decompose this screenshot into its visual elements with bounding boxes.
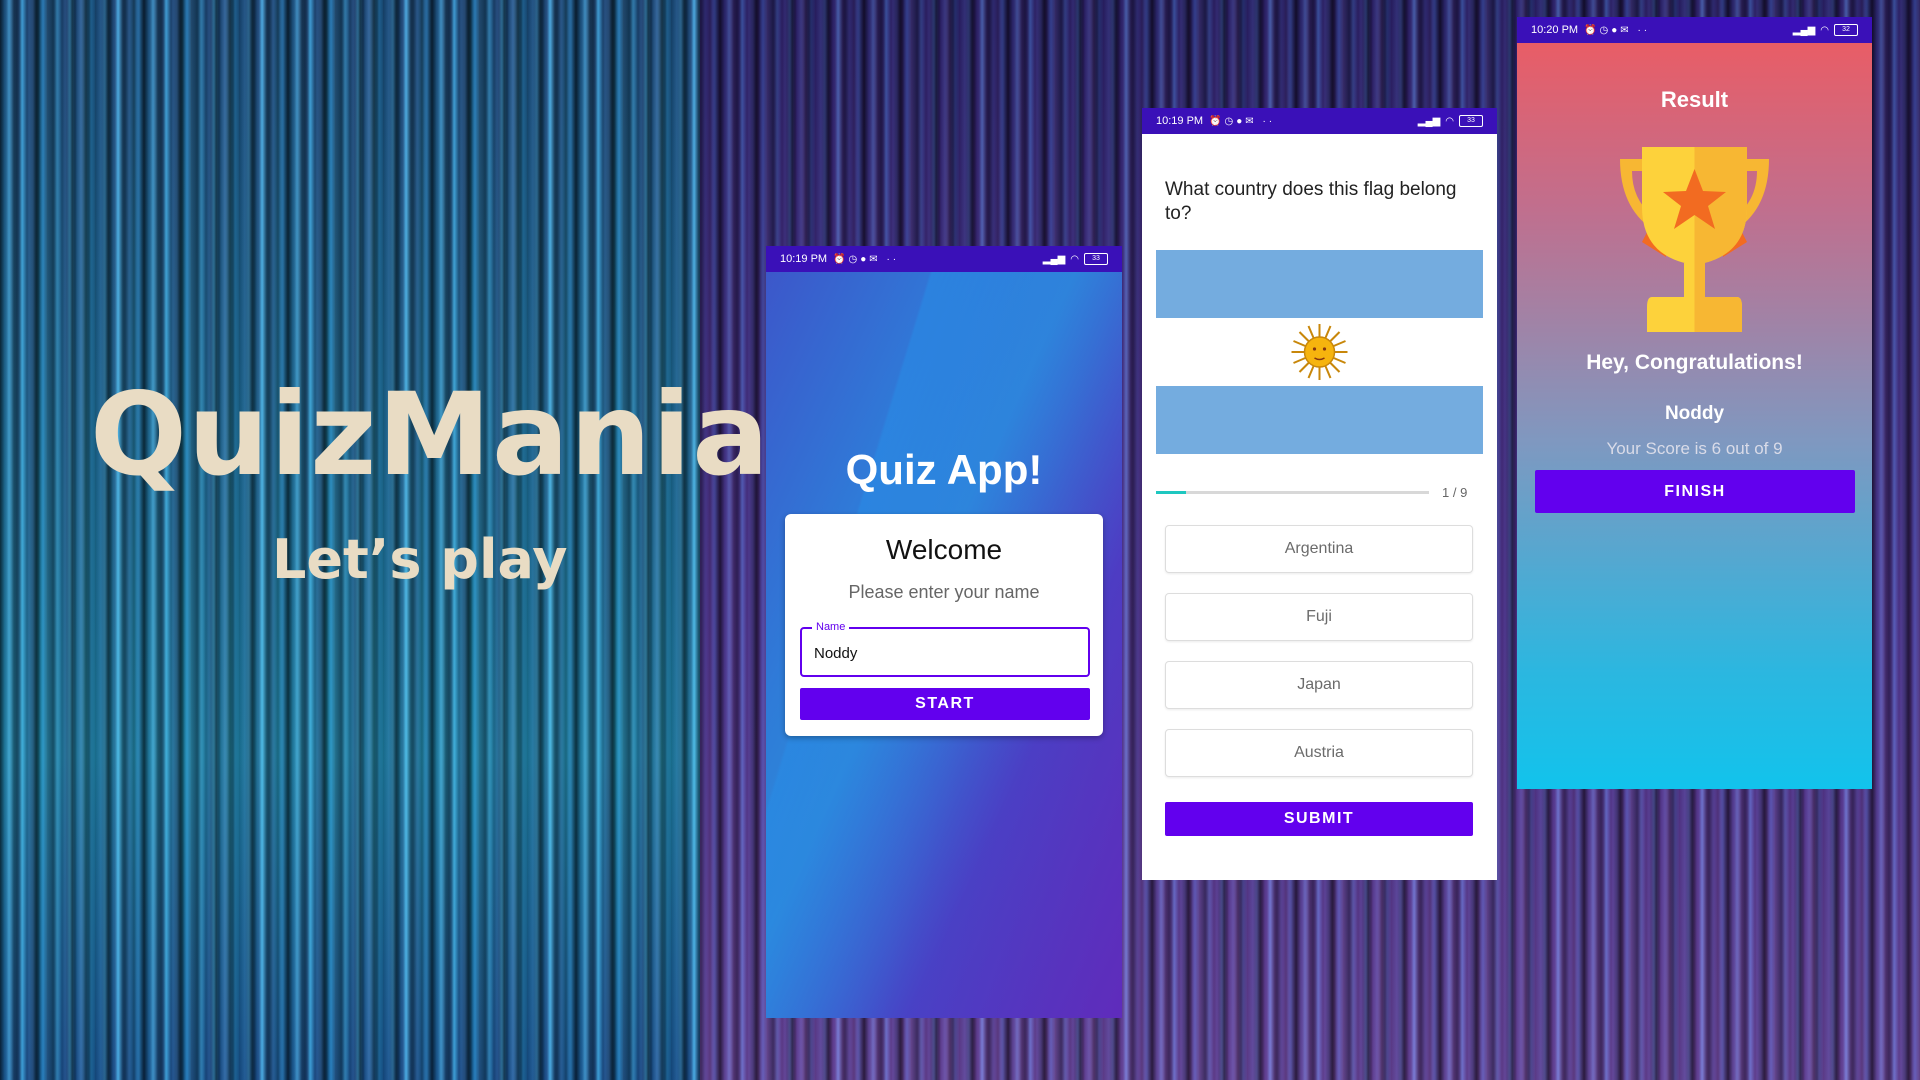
notification-icons: ⏰◷●✉ ·· bbox=[833, 253, 900, 265]
wifi-icon: ◠ bbox=[1820, 24, 1829, 36]
player-name: Noddy bbox=[1664, 403, 1725, 424]
welcome-heading: Welcome bbox=[885, 534, 1003, 565]
option-argentina[interactable]: Argentina bbox=[1165, 525, 1473, 573]
status-time: 10:19 PM bbox=[780, 253, 828, 265]
score-text: Your Score is 6 out of 9 bbox=[1606, 439, 1783, 458]
option-austria[interactable]: Austria bbox=[1165, 729, 1473, 777]
progress-text: 1 / 9 bbox=[1442, 485, 1468, 500]
signal-icon: ▂▄▆ bbox=[1042, 253, 1066, 265]
welcome-card: Welcome Please enter your name Name Nodd… bbox=[785, 514, 1103, 736]
notification-icons: ⏰◷●✉ ·· bbox=[1209, 115, 1276, 127]
submit-button[interactable]: SUBMIT bbox=[1165, 802, 1473, 836]
phone-result-screen: 10:20 PM ⏰◷●✉ ·· ▂▄▆ ◠ 32 Result Hey, Co… bbox=[1517, 17, 1872, 789]
brand-subtitle: Let’s play bbox=[272, 528, 568, 591]
notification-icons: ⏰◷●✉ ·· bbox=[1584, 24, 1651, 36]
battery-icon: 32 bbox=[1834, 24, 1858, 36]
question-text: What country does this flag belong to? bbox=[1165, 179, 1457, 224]
brand-title: QuizMania bbox=[90, 368, 771, 501]
congratulations-text: Hey, Congratulations! bbox=[1586, 351, 1803, 374]
status-bar: 10:20 PM ⏰◷●✉ ·· ▂▄▆ ◠ 32 bbox=[1517, 17, 1872, 43]
finish-button[interactable]: FINISH bbox=[1535, 470, 1855, 513]
battery-icon: 33 bbox=[1084, 253, 1108, 265]
progress-fill bbox=[1156, 491, 1187, 494]
name-input[interactable]: Name Noddy bbox=[800, 621, 1090, 677]
status-right: ▂▄▆ ◠ 33 bbox=[1043, 253, 1108, 265]
status-bar: 10:19 PM ⏰◷●✉ ·· ▂▄▆ ◠ 33 bbox=[766, 246, 1122, 272]
option-fuji[interactable]: Fuji bbox=[1165, 593, 1473, 641]
status-right: ▂▄▆ ◠ 32 bbox=[1793, 24, 1858, 36]
signal-icon: ▂▄▆ bbox=[1417, 115, 1441, 127]
status-time: 10:19 PM bbox=[1156, 115, 1204, 127]
name-field-label: Name bbox=[812, 621, 850, 633]
wifi-icon: ◠ bbox=[1445, 115, 1454, 127]
status-time: 10:20 PM bbox=[1531, 24, 1579, 36]
trophy-icon bbox=[1620, 147, 1769, 332]
start-button[interactable]: START bbox=[800, 688, 1090, 720]
status-bar: 10:19 PM ⏰◷●✉ ·· ▂▄▆ ◠ 33 bbox=[1142, 108, 1497, 134]
app-title: Quiz App! bbox=[845, 446, 1043, 493]
result-title: Result bbox=[1660, 87, 1729, 112]
signal-icon: ▂▄▆ bbox=[1792, 24, 1816, 36]
phone-welcome-screen: 10:19 PM ⏰◷●✉ ·· ▂▄▆ ◠ 33 Quiz App! Welc… bbox=[766, 246, 1122, 1018]
sun-of-may-icon bbox=[1291, 324, 1348, 380]
progress-bar bbox=[1156, 491, 1429, 494]
battery-icon: 33 bbox=[1459, 115, 1483, 127]
wifi-icon: ◠ bbox=[1070, 253, 1079, 265]
name-field-value: Noddy bbox=[814, 645, 858, 662]
option-japan[interactable]: Japan bbox=[1165, 661, 1473, 709]
status-right: ▂▄▆ ◠ 33 bbox=[1418, 115, 1483, 127]
phone-question-screen: 10:19 PM ⏰◷●✉ ·· ▂▄▆ ◠ 33 What country d… bbox=[1142, 108, 1497, 880]
name-prompt: Please enter your name bbox=[848, 582, 1040, 602]
argentina-flag-image bbox=[1156, 250, 1483, 454]
